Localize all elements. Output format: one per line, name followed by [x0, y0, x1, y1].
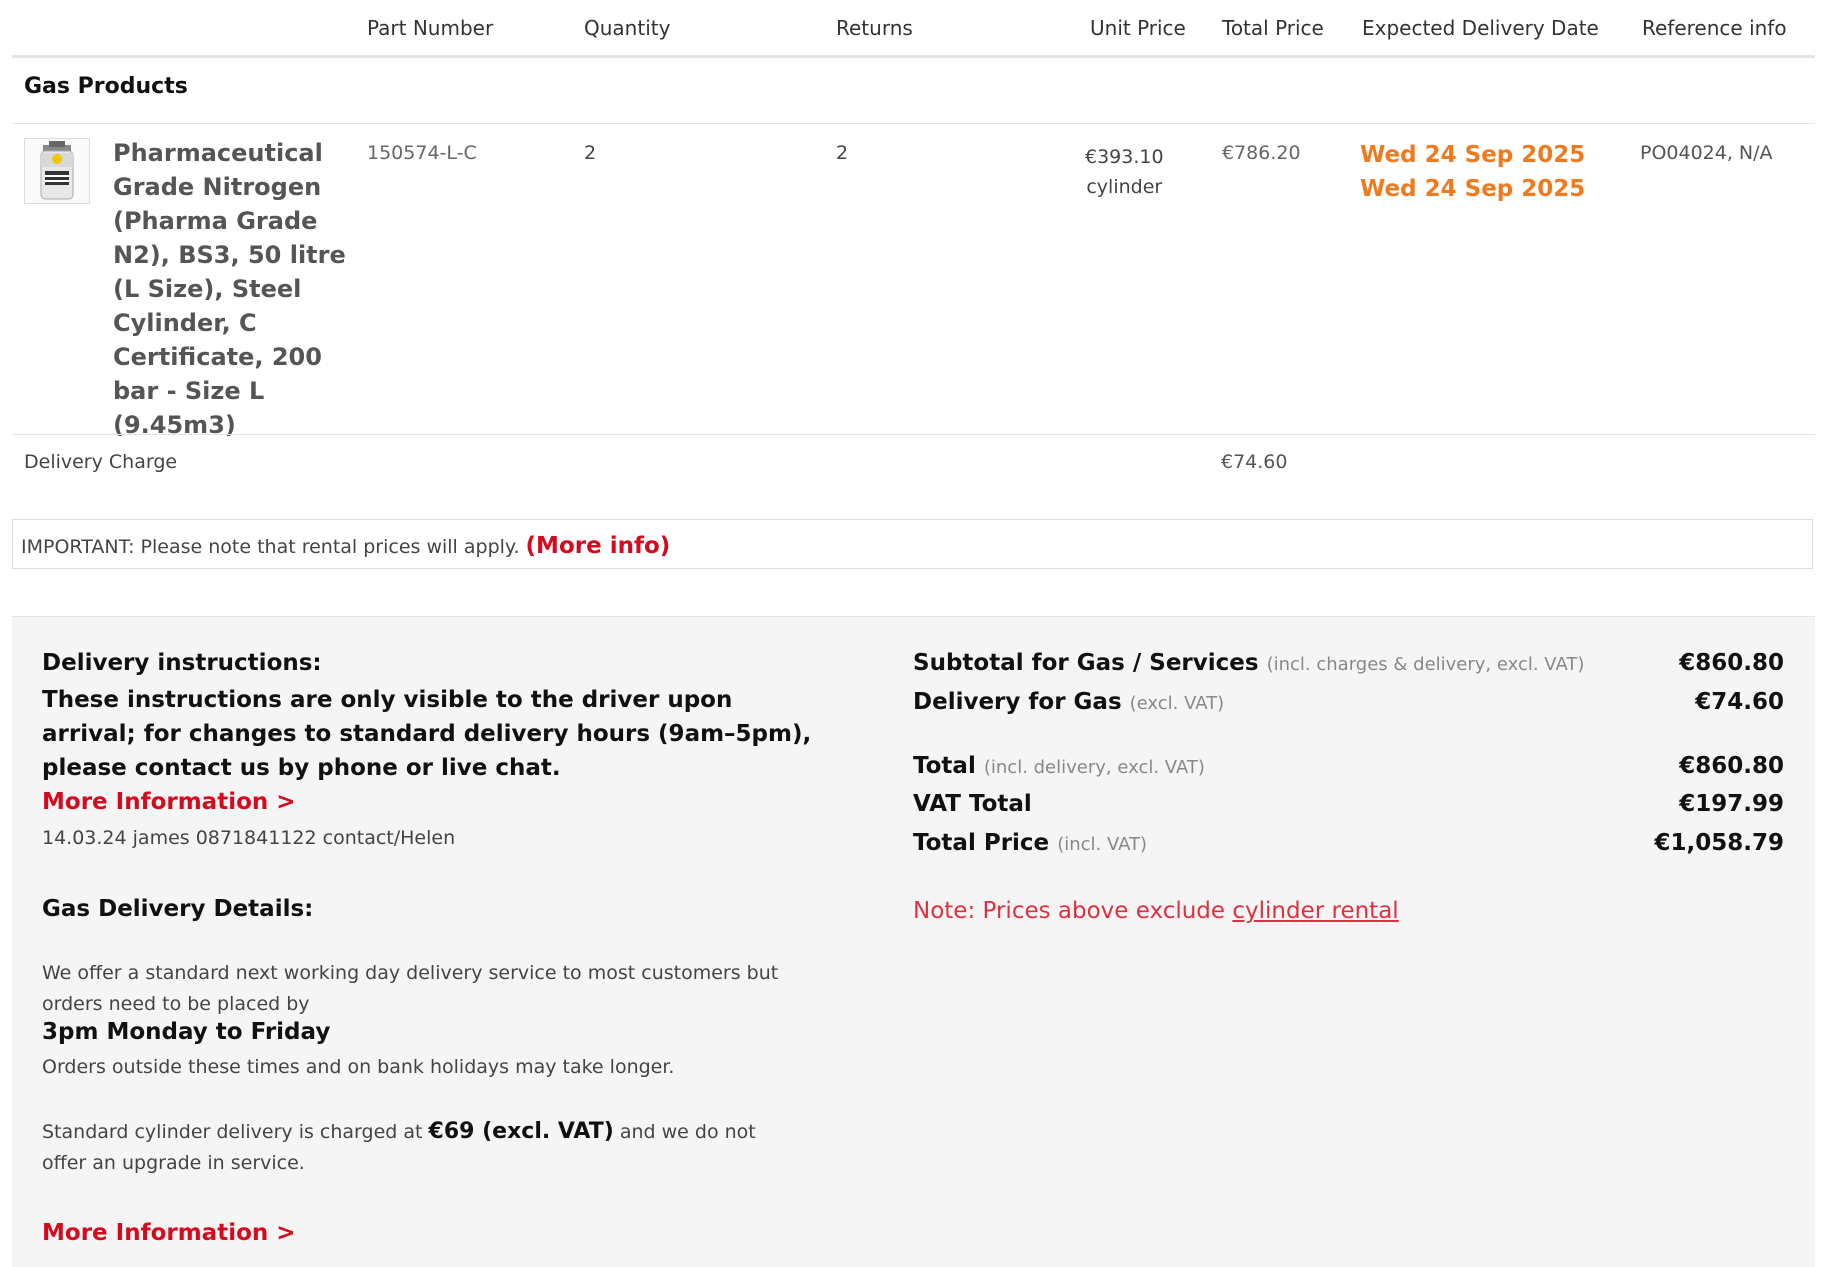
delivery-instructions-note: 14.03.24 james 0871841122 contact/Helen	[42, 827, 456, 849]
section-title: Gas Products	[24, 74, 188, 99]
total-value: €860.80	[1679, 753, 1784, 779]
delivery-more-information-link[interactable]: More Information >	[42, 789, 296, 815]
header-total-price: Total Price	[1222, 16, 1324, 40]
part-number: 150574-L-C	[367, 142, 477, 164]
rental-exclusion-text: Note: Prices above exclude	[913, 898, 1226, 924]
quantity-value: 2	[584, 142, 597, 164]
gas-delivery-cutoff: 3pm Monday to Friday	[42, 1019, 331, 1045]
unit-price-unit: cylinder	[1086, 176, 1163, 198]
delivery-charge-label: Delivery Charge	[24, 451, 178, 473]
rental-notice: IMPORTANT: Please note that rental price…	[12, 519, 1813, 569]
returns-value: 2	[836, 142, 849, 164]
delivery-gas-label-text: Delivery for Gas	[913, 689, 1122, 715]
subtotal-label: Subtotal for Gas / Services (incl. charg…	[913, 650, 1584, 676]
delivery-gas-label: Delivery for Gas (excl. VAT)	[913, 689, 1224, 715]
header-unit-price: Unit Price	[1090, 16, 1186, 40]
row-divider	[12, 123, 1815, 124]
gas-more-information-link[interactable]: More Information >	[42, 1220, 296, 1246]
total-label: Total (incl. delivery, excl. VAT)	[913, 753, 1205, 779]
product-name[interactable]: Pharmaceutical Grade Nitrogen (Pharma Gr…	[113, 136, 353, 442]
gas-cylinder-icon[interactable]	[24, 138, 90, 204]
header-part-number: Part Number	[367, 16, 494, 40]
delivery-gas-value: €74.60	[1695, 689, 1784, 715]
gas-delivery-charge-paragraph: Standard cylinder delivery is charged at…	[42, 1116, 802, 1179]
delivery-date: Wed 24 Sep 2025	[1360, 142, 1586, 168]
delivery-dates: Wed 24 Sep 2025 Wed 24 Sep 2025	[1360, 138, 1585, 206]
unit-price-value: €393.10	[1085, 146, 1164, 168]
gas-delivery-charge-amount: €69 (excl. VAT)	[428, 1119, 614, 1144]
gas-delivery-paragraph: Orders outside these times and on bank h…	[42, 1056, 675, 1078]
delivery-date: Wed 24 Sep 2025	[1360, 176, 1586, 202]
total-price-note: (incl. VAT)	[1057, 834, 1148, 855]
rental-exclusion-note: Note: Prices above exclude cylinder rent…	[913, 898, 1399, 924]
order-summary-page: Part Number Quantity Returns Unit Price …	[0, 0, 1827, 1267]
delivery-instructions-block: These instructions are only visible to t…	[42, 683, 822, 855]
gas-delivery-paragraph: We offer a standard next working day del…	[42, 962, 779, 1015]
header-quantity: Quantity	[584, 16, 671, 40]
total-price: €786.20	[1222, 142, 1301, 164]
rental-notice-text: IMPORTANT: Please note that rental price…	[21, 536, 520, 558]
more-info-link[interactable]: (More info)	[526, 533, 671, 559]
header-delivery-date: Expected Delivery Date	[1362, 16, 1599, 40]
delivery-gas-note: (excl. VAT)	[1129, 693, 1225, 714]
reference-info: PO04024, N/A	[1640, 142, 1773, 164]
vat-total-label: VAT Total	[913, 791, 1032, 817]
total-price-label-text: Total Price	[913, 830, 1050, 856]
row-divider	[12, 434, 1815, 435]
gas-delivery-charge-text: Standard cylinder delivery is charged at	[42, 1121, 423, 1143]
header-returns: Returns	[836, 16, 913, 40]
delivery-charge-value: €74.60	[1221, 451, 1288, 473]
subtotal-value: €860.80	[1679, 650, 1784, 676]
cylinder-rental-link[interactable]: cylinder rental	[1232, 898, 1398, 924]
total-label-text: Total	[913, 753, 976, 779]
total-note: (incl. delivery, excl. VAT)	[983, 757, 1205, 778]
total-price-value: €1,058.79	[1654, 830, 1785, 856]
header-reference-info: Reference info	[1642, 16, 1787, 40]
delivery-instructions-body: These instructions are only visible to t…	[42, 687, 812, 781]
unit-price: €393.10 cylinder	[1085, 142, 1164, 202]
gas-delivery-title: Gas Delivery Details:	[42, 896, 314, 922]
header-divider	[12, 55, 1815, 58]
vat-total-label-text: VAT Total	[913, 791, 1032, 817]
vat-total-value: €197.99	[1679, 791, 1784, 817]
delivery-instructions-title: Delivery instructions:	[42, 650, 322, 676]
total-price-label: Total Price (incl. VAT)	[913, 830, 1147, 856]
subtotal-note: (incl. charges & delivery, excl. VAT)	[1266, 654, 1585, 675]
subtotal-label-text: Subtotal for Gas / Services	[913, 650, 1259, 676]
